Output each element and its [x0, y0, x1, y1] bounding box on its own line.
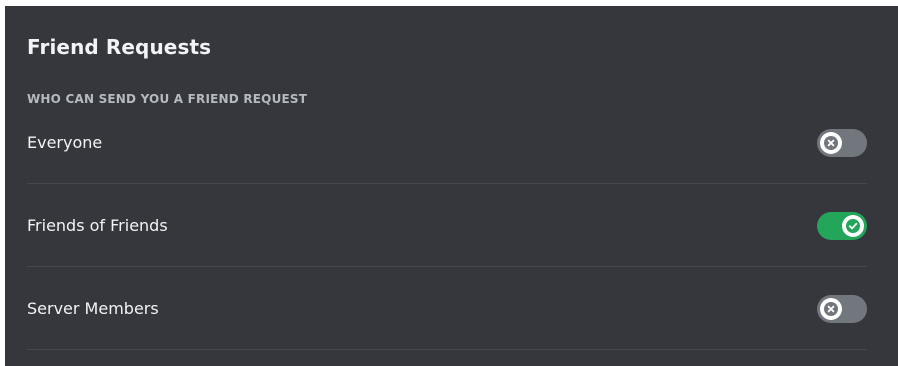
x-icon	[824, 302, 838, 316]
friends-of-friends-toggle[interactable]	[817, 212, 867, 240]
friend-requests-panel: Friend Requests WHO CAN SEND YOU A FRIEN…	[5, 6, 898, 366]
section-title: Friend Requests	[27, 35, 212, 59]
section-subtitle: WHO CAN SEND YOU A FRIEND REQUEST	[27, 92, 308, 106]
divider	[27, 349, 867, 350]
divider	[27, 266, 867, 267]
server-members-toggle[interactable]	[817, 295, 867, 323]
x-icon	[824, 136, 838, 150]
option-row-friends-of-friends: Friends of Friends	[27, 208, 867, 244]
everyone-toggle[interactable]	[817, 129, 867, 157]
option-row-server-members: Server Members	[27, 291, 867, 327]
option-label-server-members: Server Members	[27, 299, 159, 318]
option-row-everyone: Everyone	[27, 125, 867, 161]
toggle-knob	[820, 298, 842, 320]
option-label-friends-of-friends: Friends of Friends	[27, 216, 168, 235]
divider	[27, 183, 867, 184]
option-label-everyone: Everyone	[27, 133, 103, 152]
toggle-knob	[842, 215, 864, 237]
check-icon	[846, 219, 860, 233]
toggle-knob	[820, 132, 842, 154]
